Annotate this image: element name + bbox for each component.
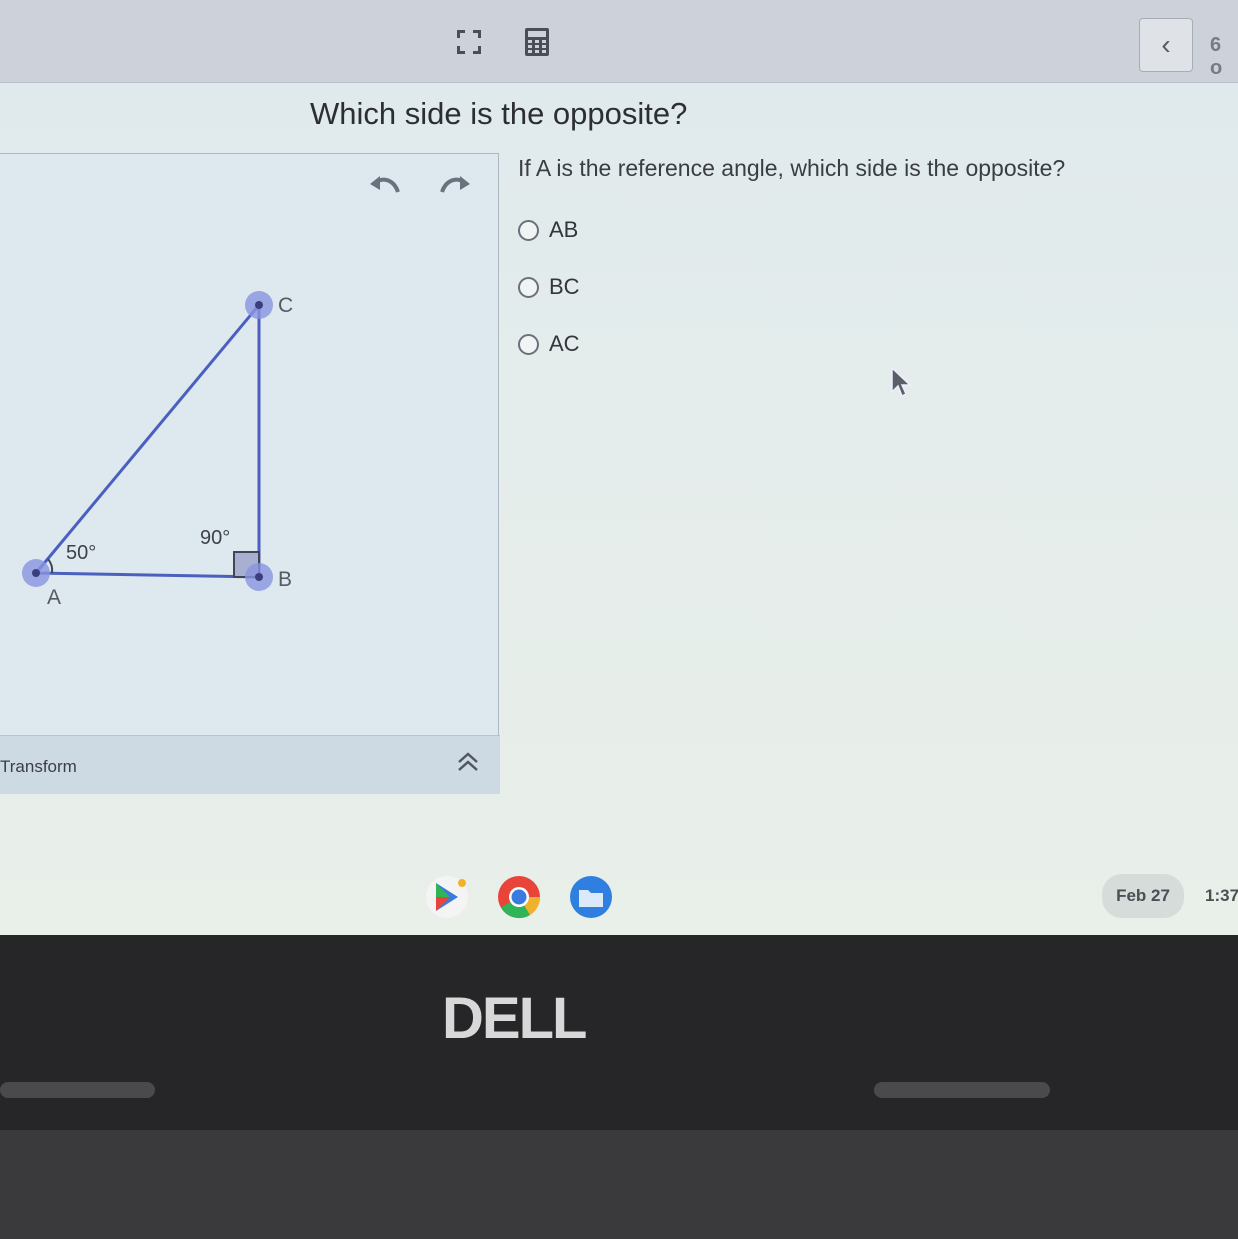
question-title: Which side is the opposite? (310, 96, 688, 131)
chevron-left-icon: ‹ (1161, 29, 1171, 60)
expand-icon[interactable] (455, 28, 483, 62)
clock[interactable]: 1:37 (1205, 886, 1238, 906)
back-button[interactable]: ‹ (1139, 18, 1193, 72)
top-toolbar: ‹ 6 o (0, 0, 1238, 83)
point-a-center (32, 569, 40, 577)
files-icon[interactable] (569, 875, 613, 919)
calculator-icon[interactable] (524, 27, 550, 63)
hinge-left (0, 1082, 155, 1098)
transform-label[interactable]: Transform (0, 757, 77, 777)
option-label: AB (549, 217, 579, 242)
mouse-cursor-icon (890, 366, 912, 403)
app-shelf (425, 875, 613, 919)
laptop-base (0, 1130, 1238, 1239)
label-a: A (47, 586, 61, 609)
option-label: AC (549, 331, 580, 356)
undo-icon[interactable] (368, 170, 402, 204)
radio-button[interactable] (518, 276, 539, 298)
hinge-right (874, 1082, 1050, 1098)
side-ab[interactable] (35, 571, 260, 579)
double-chevron-up-icon[interactable] (455, 748, 481, 781)
option-label: BC (549, 274, 580, 299)
angle-label-a: 50° (66, 542, 96, 564)
question-counter: 6 o (1210, 34, 1223, 79)
radio-button[interactable] (518, 333, 539, 355)
screen: ‹ 6 o Which side is the opposite? C A B … (0, 0, 1238, 935)
triangle-diagram: C A B 50° 90° (22, 291, 293, 609)
angle-label-b: 90° (200, 527, 230, 549)
play-store-icon[interactable] (425, 875, 469, 919)
option-ab[interactable]: AB (518, 217, 578, 243)
radio-button[interactable] (518, 219, 539, 241)
date-chip[interactable]: Feb 27 (1102, 874, 1184, 918)
question-prompt: If A is the reference angle, which side … (518, 155, 1066, 181)
label-c: C (278, 294, 293, 317)
point-b-center (255, 573, 263, 581)
point-c-center (255, 301, 263, 309)
chrome-icon[interactable] (497, 875, 541, 919)
option-bc[interactable]: BC (518, 274, 580, 300)
label-b: B (278, 568, 292, 591)
redo-icon[interactable] (438, 170, 472, 204)
dell-logo: DELL (442, 986, 587, 1051)
option-ac[interactable]: AC (518, 331, 580, 357)
